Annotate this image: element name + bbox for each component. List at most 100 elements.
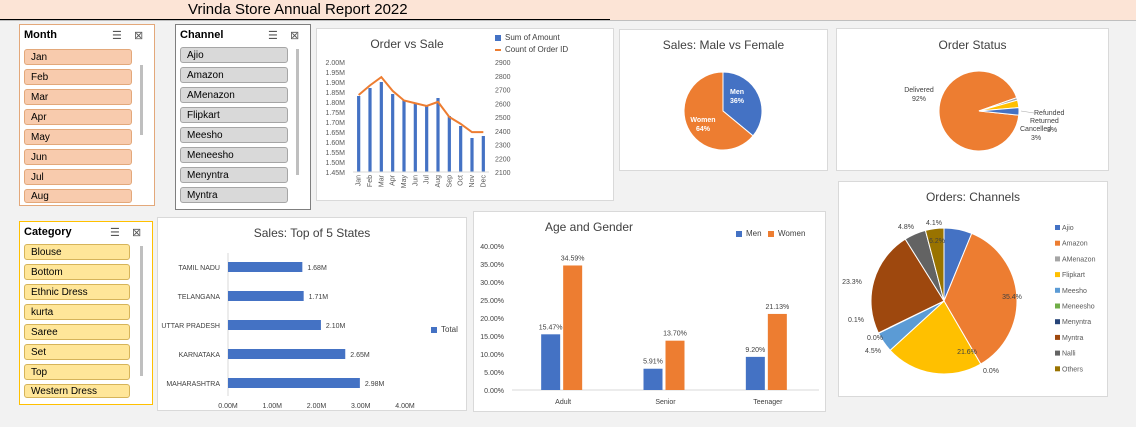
- clear-filter-icon[interactable]: ⊠: [132, 226, 141, 239]
- category-item[interactable]: Top: [24, 364, 130, 380]
- month-item[interactable]: Feb: [24, 69, 132, 85]
- channel-item[interactable]: Meesho: [180, 127, 288, 143]
- channel-item[interactable]: Myntra: [180, 187, 288, 203]
- bar-sum-of-amount: [436, 98, 440, 172]
- sales-gender-pie: Men 36% Women 64%: [683, 71, 763, 151]
- data-label: 9.20%: [745, 347, 765, 354]
- category-item[interactable]: Set: [24, 344, 130, 360]
- month-item[interactable]: Apr: [24, 109, 132, 125]
- slice-value-label: 6.2%: [929, 238, 945, 245]
- y-left-tick-label: 1.70M: [326, 120, 346, 127]
- legend-swatch: [1055, 350, 1060, 356]
- state-bar: [228, 349, 346, 359]
- y-left-tick-label: 1.95M: [326, 70, 346, 77]
- month-item[interactable]: Jun: [24, 149, 132, 165]
- bar-men: [541, 334, 561, 390]
- data-label: 21.13%: [765, 304, 789, 311]
- month-item[interactable]: Mar: [24, 89, 132, 105]
- legend-label: Nalli: [1062, 351, 1076, 358]
- y-tick-label: TAMIL NADU: [178, 265, 220, 272]
- legend-label: Flipkart: [1062, 272, 1085, 279]
- channel-item[interactable]: Meneesho: [180, 147, 288, 163]
- month-item[interactable]: Aug: [24, 189, 132, 203]
- month-item[interactable]: Jan: [24, 49, 132, 65]
- y-left-tick-label: 1.90M: [326, 80, 346, 87]
- channel-item[interactable]: Amazon: [180, 67, 288, 83]
- category-item[interactable]: kurta: [24, 304, 130, 320]
- channel-item[interactable]: Flipkart: [180, 107, 288, 123]
- x-tick-label: Oct: [458, 175, 465, 186]
- bar-sum-of-amount: [402, 100, 406, 172]
- slice-label: Cancelled: [1020, 126, 1051, 133]
- legend-swatch: [1055, 272, 1060, 278]
- category-slicer-title: Category: [24, 226, 72, 238]
- bar-sum-of-amount: [413, 104, 417, 172]
- state-bar: [228, 320, 321, 330]
- y-tick-label: 35.00%: [480, 262, 504, 269]
- x-tick-label: 0.00M: [218, 403, 238, 410]
- month-item[interactable]: Jul: [24, 169, 132, 185]
- header-underline: [0, 19, 610, 20]
- category-item[interactable]: Western Dress: [24, 384, 130, 398]
- multi-select-icon[interactable]: ☰: [112, 29, 122, 42]
- y-left-tick-label: 1.55M: [326, 150, 346, 157]
- slice-value-label: 0.0%: [867, 335, 883, 342]
- data-label: 2.65M: [350, 352, 370, 359]
- clear-filter-icon[interactable]: ⊠: [134, 29, 143, 42]
- x-tick-label: 4.00M: [395, 403, 415, 410]
- y-tick-label: MAHARASHTRA: [166, 381, 220, 388]
- scrollbar[interactable]: [140, 246, 143, 376]
- bar-sum-of-amount: [357, 96, 361, 172]
- x-tick-label: Aug: [435, 175, 442, 188]
- x-tick-label: Jul: [424, 175, 431, 184]
- channel-item[interactable]: AMenazon: [180, 87, 288, 103]
- multi-select-icon[interactable]: ☰: [268, 29, 278, 42]
- data-label: 34.59%: [561, 255, 585, 262]
- data-label: 13.70%: [663, 331, 687, 338]
- slice-value-label: 36%: [730, 98, 745, 105]
- line-count-of-order-id: [358, 75, 484, 134]
- channels-panel: Orders: Channels 6.2% 35.4% 0.0% 21.6% 4.5% 0…: [838, 181, 1108, 397]
- legend-swatch: [1055, 303, 1060, 309]
- slice-value-label: 4.8%: [898, 224, 914, 231]
- y-tick-label: 30.00%: [480, 280, 504, 287]
- x-tick-label: Teenager: [753, 399, 783, 406]
- top-states-panel: Sales: Top of 5 States Total TAMIL NADU 1…: [157, 217, 467, 411]
- legend-label: Amazon: [1062, 241, 1088, 248]
- multi-select-icon[interactable]: ☰: [110, 226, 120, 239]
- channel-slicer: Channel ☰ ⊠ Ajio Amazon AMenazon Flipkar…: [175, 24, 311, 210]
- y-tick-label: 40.00%: [480, 244, 504, 251]
- category-item[interactable]: Saree: [24, 324, 130, 340]
- y-right-tick-label: 2600: [495, 101, 511, 108]
- x-tick-label: 3.00M: [351, 403, 371, 410]
- legend-swatch: [1055, 287, 1060, 293]
- data-label: 2.98M: [365, 381, 385, 388]
- leader-line: [1020, 110, 1035, 114]
- slice-value-label: 23.3%: [842, 279, 862, 286]
- month-slicer-title: Month: [24, 29, 57, 41]
- category-item[interactable]: Blouse: [24, 244, 130, 260]
- data-label: 1.71M: [309, 294, 329, 301]
- channel-item[interactable]: Menyntra: [180, 167, 288, 183]
- y-tick-label: UTTAR PRADESH: [161, 323, 220, 330]
- category-item[interactable]: Ethnic Dress: [24, 284, 130, 300]
- legend-swatch: [1055, 240, 1060, 246]
- channel-item[interactable]: Ajio: [180, 47, 288, 63]
- y-left-tick-label: 1.50M: [326, 160, 346, 167]
- bar-sum-of-amount: [459, 126, 463, 172]
- scrollbar[interactable]: [140, 65, 143, 135]
- y-left-tick-label: 1.75M: [326, 110, 346, 117]
- x-tick-label: Senior: [655, 399, 676, 406]
- month-item[interactable]: May: [24, 129, 132, 145]
- category-item[interactable]: Bottom: [24, 264, 130, 280]
- x-tick-label: 2.00M: [307, 403, 327, 410]
- bar-sum-of-amount: [425, 106, 429, 172]
- legend-label: Others: [1062, 366, 1084, 373]
- clear-filter-icon[interactable]: ⊠: [290, 29, 299, 42]
- slice-value-label: 0.0%: [983, 368, 999, 375]
- age-gender-panel: Age and Gender Men Women 40.00% 35.00% 30.…: [473, 211, 826, 412]
- x-tick-label: Mar: [378, 174, 385, 187]
- bar-sum-of-amount: [379, 82, 383, 172]
- y-tick-label: 5.00%: [484, 370, 504, 377]
- scrollbar[interactable]: [296, 49, 299, 175]
